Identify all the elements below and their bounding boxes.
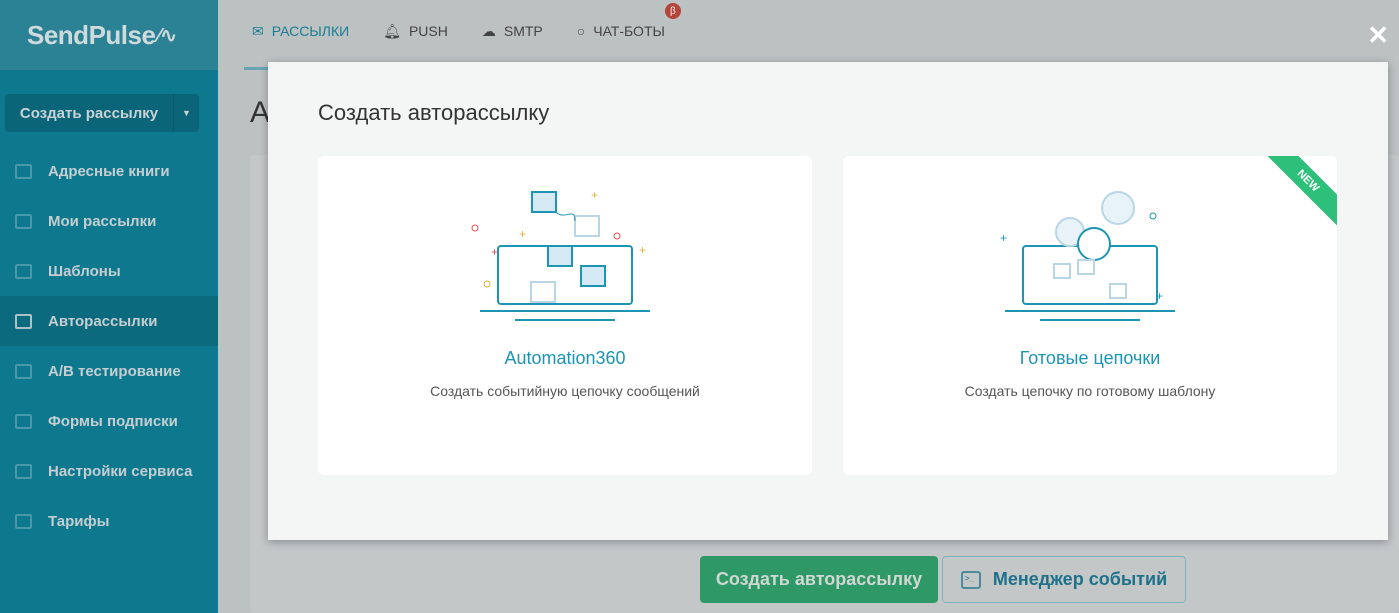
ready-chains-illustration: ++ (1000, 191, 1175, 321)
event-manager-button[interactable]: >_ Менеджер событий (942, 556, 1186, 603)
cloud-upload-icon: ☁ (481, 22, 496, 39)
ab-test-icon (15, 363, 32, 379)
create-automation-modal: Создать авторассылку + + + + Automation360 … (268, 62, 1388, 540)
mail-icon: ✉ (252, 22, 264, 39)
svg-text:+: + (639, 243, 646, 257)
sidebar-item-ab-testing[interactable]: A/B тестирование (0, 346, 218, 396)
card-ready-chains[interactable]: NEW + + Готовые цепочки Создать цепочку п… (843, 156, 1337, 475)
card-automation360[interactable]: + + + + Automation360 Создать событийную це… (318, 156, 812, 475)
sidebar-item-subscription-forms[interactable]: Формы подписки (0, 396, 218, 446)
logo[interactable]: SendPulse ⁄∿ (0, 0, 218, 70)
tab-smtp[interactable]: ☁ SMTP (482, 0, 543, 62)
terminal-icon: >_ (960, 570, 981, 589)
chat-icon: ○ (576, 23, 586, 39)
card-title: Automation360 (504, 348, 626, 368)
card-title: Готовые цепочки (1019, 348, 1161, 368)
page-title: А (250, 96, 271, 129)
tab-chatbots[interactable]: ○ ЧАТ-БОТЫ β (576, 0, 681, 62)
wallet-icon (15, 513, 32, 529)
automation-icon (15, 313, 32, 329)
upload-icon (15, 213, 32, 229)
sidebar-item-automations[interactable]: Авторассылки (0, 296, 218, 346)
svg-text:+: + (591, 188, 598, 202)
automation-flow-illustration: + + + + (471, 188, 650, 321)
sidebar-item-address-books[interactable]: Адресные книги (0, 146, 218, 196)
card-description: Создать событийную цепочку сообщений (430, 383, 700, 399)
create-automation-button[interactable]: Создать авторассылку (700, 556, 938, 603)
tab-campaigns[interactable]: ✉ РАССЫЛКИ (243, 0, 358, 70)
template-icon (15, 263, 32, 279)
sidebar: SendPulse ⁄∿ Создать рассылку ▼ Адресные … (0, 0, 218, 613)
svg-text:+: + (519, 227, 526, 241)
svg-text:+: + (1000, 231, 1007, 245)
close-icon[interactable]: ✕ (1367, 22, 1389, 48)
address-book-icon (15, 163, 32, 179)
sidebar-nav: Адресные книги Мои рассылки Шаблоны Авто… (0, 146, 218, 546)
new-ribbon: NEW (1261, 156, 1337, 228)
chevron-down-icon[interactable]: ▼ (173, 94, 199, 132)
modal-title: Создать авторассылку (318, 100, 550, 125)
bell-icon: 🔔︎ (383, 22, 401, 39)
beta-badge: β (664, 3, 681, 19)
card-description: Создать цепочку по готовому шаблону (964, 383, 1216, 399)
form-icon (15, 413, 32, 429)
top-nav: ✉ РАССЫЛКИ 🔔︎ PUSH ☁ SMTP ○ ЧАТ-БОТЫ β (218, 0, 1399, 70)
sidebar-item-my-campaigns[interactable]: Мои рассылки (0, 196, 218, 246)
tab-push[interactable]: 🔔︎ PUSH (383, 0, 448, 62)
sidebar-item-templates[interactable]: Шаблоны (0, 246, 218, 296)
sidebar-item-service-settings[interactable]: Настройки сервиса (0, 446, 218, 496)
sidebar-item-pricing[interactable]: Тарифы (0, 496, 218, 546)
svg-text:+: + (491, 245, 498, 259)
sliders-icon (15, 463, 32, 479)
svg-text:+: + (1156, 289, 1163, 303)
create-campaign-button[interactable]: Создать рассылку ▼ (5, 94, 199, 132)
